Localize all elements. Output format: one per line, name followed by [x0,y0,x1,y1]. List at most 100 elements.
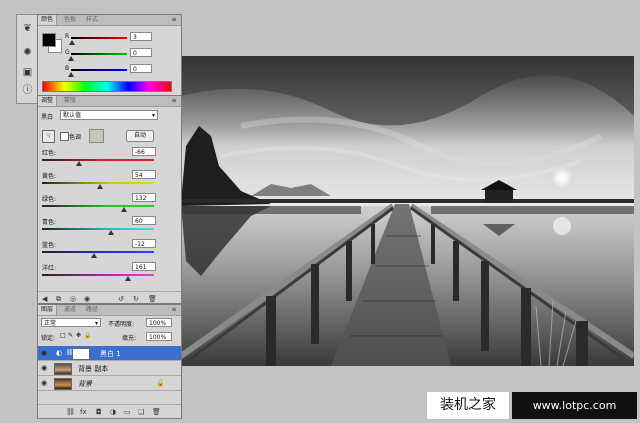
delete-icon[interactable]: 🗑 [148,295,157,303]
channel-value-input[interactable]: 60 [132,216,156,225]
layers-toggle-icon[interactable]: ⧉ [56,295,61,304]
tab-adjustments[interactable]: 调整 [38,96,58,106]
blend-mode-value: 正常 [44,320,57,327]
link-layers-icon[interactable]: ⛓ [66,408,75,416]
layer-row-selected[interactable]: ◉ ◐ ⛓ 黑白 1 [38,346,181,361]
tab-color[interactable]: 颜色 [38,15,58,25]
canvas-image[interactable] [181,56,634,366]
channel-label: 青色: [42,219,57,226]
channel-slider-thumb[interactable] [108,230,115,235]
layers-bottom-bar: ⛓ fx ◘ ◑ ▭ ❏ 🗑 [38,404,181,418]
tab-masks[interactable]: 蒙版 [61,96,79,106]
pier-landscape-photo [181,56,634,366]
channel-slider-thumb[interactable] [97,184,104,189]
new-layer-icon[interactable]: ❏ [138,408,144,416]
watermark-cn-text: 装机之家 [427,392,509,419]
b-value-input[interactable]: 0 [130,64,152,73]
g-value-input[interactable]: 0 [130,48,152,57]
opacity-input[interactable]: 100% [146,318,172,327]
lock-brush-icon[interactable]: ✎ [68,332,73,339]
layers-panel: 图层 通道 路径 ≡ 正常 ▾ 不透明度: 100% 锁定: □ ✎ ✥ 🔒 填… [37,304,182,419]
chevron-down-icon: ▾ [94,320,98,327]
layer-row[interactable]: ◉ 背景 副本 [38,361,181,376]
panel-menu-icon[interactable]: ≡ [169,16,179,24]
r-value-input[interactable]: 3 [130,32,152,41]
watermark: 装机之家 www.lotpc.com [427,392,637,419]
tint-color-swatch[interactable] [89,129,104,143]
lock-all-icon[interactable]: 🔒 [84,332,91,339]
back-arrow-icon[interactable]: ◀ [42,295,47,303]
tint-checkbox[interactable] [60,132,69,141]
clip-icon[interactable]: ◎ [70,295,76,303]
preset-select[interactable]: 默认值 ▾ [60,110,158,120]
channel-slider-thumb[interactable] [120,207,127,212]
channel-slider[interactable] [42,205,154,207]
g-slider-thumb[interactable] [68,56,74,61]
layer-thumbnail [54,363,72,375]
b-slider-thumb[interactable] [68,72,74,77]
b-slider[interactable] [71,69,127,71]
eye-icon[interactable]: ◉ [41,349,49,357]
r-slider-thumb[interactable] [69,40,75,45]
channel-slider-thumb[interactable] [75,161,82,166]
info-icon[interactable]: ⓘ [20,83,35,98]
channel-value-input[interactable]: -12 [132,239,156,248]
channel-slider-thumb[interactable] [90,253,97,258]
tab-paths[interactable]: 路径 [83,305,101,315]
channel-label: 黄色: [42,173,57,180]
r-slider[interactable] [71,37,127,39]
g-label: G [65,49,70,56]
layers-list: ◉ ◐ ⛓ 黑白 1 ◉ 背景 副本 ◉ 背景 🔒 [38,346,181,391]
layer-style-icon[interactable]: fx [80,408,87,416]
targeted-adjustment-icon[interactable]: ☟ [42,130,55,143]
lock-icon: 🔒 [156,379,165,387]
brush-presets-icon[interactable]: ❦ [20,21,35,36]
lock-move-icon[interactable]: ✥ [76,332,81,339]
new-group-icon[interactable]: ▭ [124,408,131,416]
channel-slider[interactable] [42,159,154,161]
auto-button[interactable]: 自动 [126,130,154,142]
adjustment-layer-icon: ◐ [56,349,63,357]
adjustment-type-label: 黑白 [41,114,54,121]
layers-panel-tabs: 图层 通道 路径 ≡ [38,305,181,316]
view-previous-icon[interactable]: ↺ [118,295,124,303]
layer-name[interactable]: 背景 [78,379,92,389]
channel-slider-thumb[interactable] [125,276,132,281]
layer-name[interactable]: 背景 副本 [78,364,108,374]
panel-menu-icon[interactable]: ≡ [169,306,179,314]
layer-row[interactable]: ◉ 背景 🔒 [38,376,181,391]
g-slider[interactable] [71,53,127,55]
channel-slider[interactable] [42,228,154,230]
watermark-url-text: www.lotpc.com [512,392,637,419]
fill-input[interactable]: 100% [146,332,172,341]
eye-icon[interactable]: ◉ [41,364,49,372]
tab-swatches[interactable]: 色板 [61,15,79,25]
delete-layer-icon[interactable]: 🗑 [152,408,161,416]
channel-value-input[interactable]: 132 [132,193,156,202]
tab-channels[interactable]: 通道 [61,305,79,315]
channel-value-input[interactable]: 161 [132,262,156,271]
image-icon[interactable]: ▣ [20,65,35,80]
visibility-icon[interactable]: ◉ [84,295,90,303]
adjustments-bottom-bar: ◀ ⧉ ◎ ◉ ↺ ↻ 🗑 [38,291,181,304]
tab-layers[interactable]: 图层 [38,305,58,315]
channel-slider[interactable] [42,274,154,276]
chevron-down-icon: ▾ [151,112,155,119]
layer-name[interactable]: 黑白 1 [100,349,121,359]
blend-mode-select[interactable]: 正常 ▾ [41,318,101,327]
settings-star-icon[interactable]: ✺ [20,45,35,60]
panel-menu-icon[interactable]: ≡ [169,97,179,105]
channel-label: 红色: [42,150,57,157]
lock-transparent-icon[interactable]: □ [60,332,66,339]
reset-icon[interactable]: ↻ [133,295,139,303]
tab-styles[interactable]: 样式 [83,15,101,25]
channel-value-input[interactable]: 54 [132,170,156,179]
color-spectrum-ramp[interactable] [42,81,172,92]
channel-slider[interactable] [42,251,154,253]
adjustments-panel-tabs: 调整 蒙版 ≡ [38,96,181,107]
add-mask-icon[interactable]: ◘ [96,408,102,416]
adjustment-layer-icon[interactable]: ◑ [110,408,116,416]
foreground-color-swatch[interactable] [42,33,56,47]
channel-value-input[interactable]: -66 [132,147,156,156]
eye-icon[interactable]: ◉ [41,379,49,387]
